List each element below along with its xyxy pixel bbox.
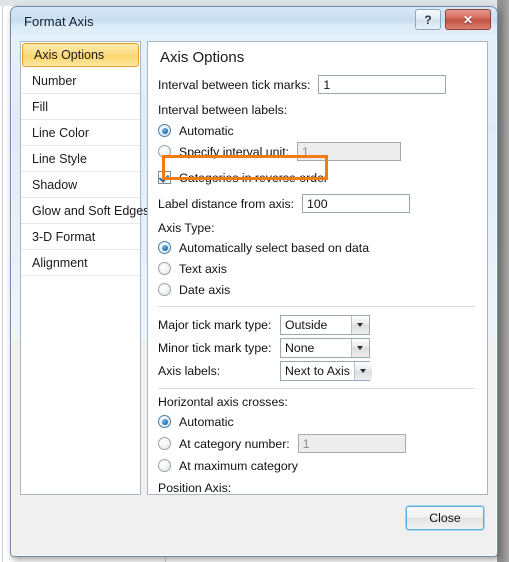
section-divider: [158, 306, 475, 307]
horizontal-crosses-option-label: At category number:: [179, 436, 290, 451]
sidebar-item-number[interactable]: Number: [21, 68, 140, 94]
interval-tick-marks-label: Interval between tick marks:: [158, 77, 311, 92]
background-right-panel: [497, 0, 509, 562]
background-divider: [2, 6, 3, 562]
dialog-title: Format Axis: [24, 14, 94, 29]
axis-labels-label: Axis labels:: [158, 363, 221, 378]
interval-labels-specify-label: Specify interval unit:: [179, 144, 290, 159]
sidebar-item-label: Line Style: [32, 152, 87, 166]
close-button[interactable]: Close: [406, 506, 484, 530]
radio-icon[interactable]: [158, 437, 171, 450]
axis-type-option-text-axis[interactable]: Text axis: [158, 258, 477, 279]
sidebar-item-label: Line Color: [32, 126, 89, 140]
category-sidebar: Axis Options Number Fill Line Color Line…: [20, 41, 149, 495]
chevron-down-icon[interactable]: [351, 315, 369, 334]
sidebar-item-line-color[interactable]: Line Color: [21, 120, 140, 146]
section-divider: [158, 388, 475, 389]
interval-labels-specify-option[interactable]: Specify interval unit: 1: [158, 141, 477, 162]
major-tick-mark-type-label: Major tick mark type:: [158, 317, 272, 332]
dropdown-value: Outside: [285, 317, 328, 332]
axis-type-option-automatic[interactable]: Automatically select based on data: [158, 237, 477, 258]
sidebar-item-label: Shadow: [32, 178, 78, 192]
horizontal-crosses-option-label: Automatic: [179, 414, 234, 429]
axis-type-option-label: Text axis: [179, 261, 227, 276]
interval-labels-automatic-option[interactable]: Automatic: [158, 120, 477, 141]
minor-tick-mark-type-label: Minor tick mark type:: [158, 340, 272, 355]
label-distance-row: Label distance from axis: 100: [158, 192, 477, 215]
sidebar-item-label: Alignment: [32, 256, 88, 270]
sidebar-item-fill[interactable]: Fill: [21, 94, 140, 120]
categories-reverse-order-option[interactable]: Categories in reverse order: [158, 167, 477, 188]
radio-icon[interactable]: [158, 459, 171, 472]
axis-type-section-label: Axis Type:: [158, 221, 215, 235]
panel-title: Axis Options: [160, 49, 245, 66]
radio-icon[interactable]: [158, 262, 171, 275]
sidebar-item-axis-options[interactable]: Axis Options: [22, 43, 139, 67]
dialog-content: Axis Options Number Fill Line Color Line…: [20, 41, 488, 549]
horizontal-crosses-section-label: Horizontal axis crosses:: [158, 395, 288, 409]
horizontal-crosses-option-at-category[interactable]: At category number: 1: [158, 432, 477, 455]
horizontal-crosses-option-automatic[interactable]: Automatic: [158, 411, 477, 432]
axis-type-option-label: Automatically select based on data: [179, 240, 370, 255]
sidebar-item-label: Fill: [32, 100, 48, 114]
sidebar-item-alignment[interactable]: Alignment: [21, 250, 140, 276]
position-axis-section-label: Position Axis:: [158, 481, 232, 495]
axis-type-option-label: Date axis: [179, 282, 231, 297]
sidebar-item-shadow[interactable]: Shadow: [21, 172, 140, 198]
sidebar-item-label: Number: [32, 74, 77, 88]
axis-labels-row: Axis labels: Next to Axis: [158, 359, 477, 382]
dialog-titlebar: Format Axis ? ✕: [11, 7, 497, 39]
at-category-number-input: 1: [297, 434, 406, 453]
checkbox-icon[interactable]: [158, 171, 171, 184]
interval-labels-automatic-label: Automatic: [179, 123, 234, 138]
radio-icon[interactable]: [158, 415, 171, 428]
label-distance-input[interactable]: 100: [302, 194, 411, 213]
chevron-down-icon[interactable]: [353, 361, 372, 380]
interval-tick-marks-row: Interval between tick marks: 1: [158, 73, 477, 96]
horizontal-crosses-option-max-category[interactable]: At maximum category: [158, 455, 477, 476]
categories-reverse-order-label: Categories in reverse order: [179, 170, 328, 185]
close-icon[interactable]: ✕: [445, 9, 491, 30]
sidebar-item-line-style[interactable]: Line Style: [21, 146, 140, 172]
axis-labels-dropdown[interactable]: Next to Axis: [280, 360, 372, 381]
specify-interval-unit-input: 1: [297, 142, 402, 161]
sidebar-item-label: Axis Options: [34, 48, 105, 62]
axis-options-panel: Axis Options Interval between tick marks…: [147, 41, 488, 495]
sidebar-item-3d-format[interactable]: 3-D Format: [21, 224, 140, 250]
dialog-footer: Close: [20, 503, 488, 543]
label-distance-label: Label distance from axis:: [158, 196, 295, 211]
radio-icon[interactable]: [158, 283, 171, 296]
radio-icon[interactable]: [158, 124, 171, 137]
axis-type-option-date-axis[interactable]: Date axis: [158, 279, 477, 300]
interval-labels-section-label: Interval between labels:: [158, 102, 288, 117]
minor-tick-mark-type-dropdown[interactable]: None: [280, 337, 370, 358]
radio-icon[interactable]: [158, 241, 171, 254]
dropdown-value: Next to Axis: [285, 363, 350, 378]
help-icon[interactable]: ?: [415, 9, 441, 30]
major-tick-mark-type-row: Major tick mark type: Outside: [158, 313, 477, 336]
horizontal-crosses-option-label: At maximum category: [179, 458, 298, 473]
interval-tick-marks-input[interactable]: 1: [318, 75, 447, 94]
chevron-down-icon[interactable]: [351, 338, 369, 357]
minor-tick-mark-type-row: Minor tick mark type: None: [158, 336, 477, 359]
sidebar-item-label: 3-D Format: [32, 230, 96, 244]
sidebar-item-label: Glow and Soft Edges: [32, 204, 150, 218]
major-tick-mark-type-dropdown[interactable]: Outside: [280, 314, 370, 335]
sidebar-item-glow-and-soft-edges[interactable]: Glow and Soft Edges: [21, 198, 149, 224]
radio-icon[interactable]: [158, 145, 171, 158]
format-axis-dialog: Format Axis ? ✕ Axis Options Number Fill…: [10, 6, 498, 557]
dropdown-value: None: [285, 340, 315, 355]
